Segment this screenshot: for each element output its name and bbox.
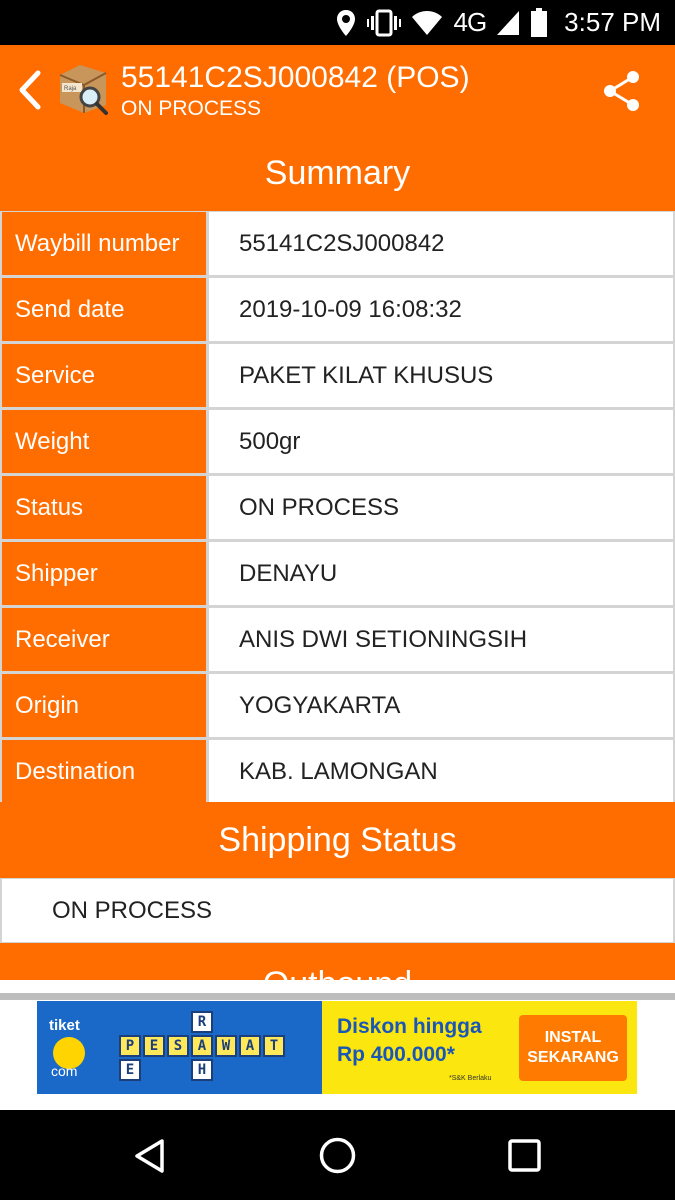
app-bar: Raja 55141C2SJ000842 (POS) ON PROCESS — [0, 45, 675, 135]
summary-row-weight: Weight 500gr — [0, 409, 675, 475]
nav-back-icon[interactable] — [133, 1138, 167, 1174]
crossword-cell: A — [191, 1035, 213, 1057]
crossword-cell: E — [119, 1059, 141, 1081]
crossword-cell: R — [191, 1011, 213, 1033]
share-icon[interactable] — [600, 69, 644, 113]
shipping-status-heading: Shipping Status — [0, 802, 675, 878]
nav-bar — [0, 1110, 675, 1200]
row-value: 500gr — [209, 410, 673, 473]
summary-row-waybill: Waybill number 55141C2SJ000842 — [0, 211, 675, 277]
ad-amount: Rp 400.000* — [337, 1043, 455, 1066]
install-button-line2: SEKARANG — [527, 1049, 619, 1066]
status-bar: 4G 3:57 PM — [0, 0, 675, 45]
crossword-cell: H — [191, 1059, 213, 1081]
nav-home-icon[interactable] — [319, 1137, 356, 1174]
crossword-cell: A — [239, 1035, 261, 1057]
page-title: 55141C2SJ000842 (POS) — [121, 61, 470, 94]
row-value: 55141C2SJ000842 — [209, 212, 673, 275]
row-value: PAKET KILAT KHUSUS — [209, 344, 673, 407]
row-value: DENAYU — [209, 542, 673, 605]
clock: 3:57 PM — [564, 7, 661, 37]
ad-banner[interactable]: tiket com Diskon hingga Rp 400.000* *S&K… — [37, 1001, 637, 1094]
row-label: Weight — [2, 410, 206, 473]
chevron-left-icon[interactable] — [14, 67, 50, 113]
summary-row-service: Service PAKET KILAT KHUSUS — [0, 343, 675, 409]
summary-row-receiver: Receiver ANIS DWI SETIONINGSIH — [0, 607, 675, 673]
outbound-heading: Outbound — [0, 943, 675, 980]
summary-heading: Summary — [0, 135, 675, 211]
row-label: Waybill number — [2, 212, 206, 275]
location-icon — [337, 9, 356, 36]
shipping-status-value: ON PROCESS — [2, 879, 673, 942]
ad-terms-note: *S&K Berlaku — [449, 1075, 492, 1082]
crossword-cell: W — [215, 1035, 237, 1057]
row-label: Receiver — [2, 608, 206, 671]
row-value: ANIS DWI SETIONINGSIH — [209, 608, 673, 671]
ad-divider — [0, 993, 675, 1000]
detail-content[interactable]: Summary Waybill number 55141C2SJ000842 S… — [0, 135, 675, 980]
nav-recents-icon[interactable] — [508, 1139, 541, 1172]
install-now-button[interactable]: INSTAL SEKARANG — [519, 1015, 627, 1081]
row-label: Destination — [2, 740, 206, 803]
status-icons: 4G 3:57 PM — [335, 0, 661, 45]
summary-row-destination: Destination KAB. LAMONGAN — [0, 739, 675, 805]
crossword-cell: S — [167, 1035, 189, 1057]
ad-brand-panel: tiket com — [37, 1001, 102, 1094]
network-type: 4G — [453, 7, 487, 37]
battery-icon — [531, 7, 548, 37]
row-label: Service — [2, 344, 206, 407]
ad-brand-bottom: com — [51, 1063, 78, 1079]
crossword-cell: T — [263, 1035, 285, 1057]
wifi-icon — [412, 10, 443, 35]
row-label: Shipper — [2, 542, 206, 605]
summary-row-origin: Origin YOGYAKARTA — [0, 673, 675, 739]
shipping-status-box: ON PROCESS — [0, 878, 675, 943]
ad-brand-top: tiket — [49, 1017, 80, 1034]
row-label: Origin — [2, 674, 206, 737]
summary-row-send-date: Send date 2019-10-09 16:08:32 — [0, 277, 675, 343]
vibrate-icon — [367, 9, 402, 36]
row-label: Status — [2, 476, 206, 539]
crossword-cell: E — [143, 1035, 165, 1057]
signal-icon — [497, 10, 520, 35]
row-label: Send date — [2, 278, 206, 341]
row-value: KAB. LAMONGAN — [209, 740, 673, 803]
row-value: 2019-10-09 16:08:32 — [209, 278, 673, 341]
install-button-line1: INSTAL — [544, 1029, 602, 1046]
svg-text:Raja: Raja — [64, 86, 77, 92]
row-value: YOGYAKARTA — [209, 674, 673, 737]
summary-row-shipper: Shipper DENAYU — [0, 541, 675, 607]
row-value: ON PROCESS — [209, 476, 673, 539]
crossword-cell: P — [119, 1035, 141, 1057]
ad-headline: Diskon hingga — [337, 1015, 482, 1038]
page-subtitle: ON PROCESS — [121, 97, 262, 120]
parcel-search-icon: Raja — [59, 65, 108, 115]
summary-row-status: Status ON PROCESS — [0, 475, 675, 541]
